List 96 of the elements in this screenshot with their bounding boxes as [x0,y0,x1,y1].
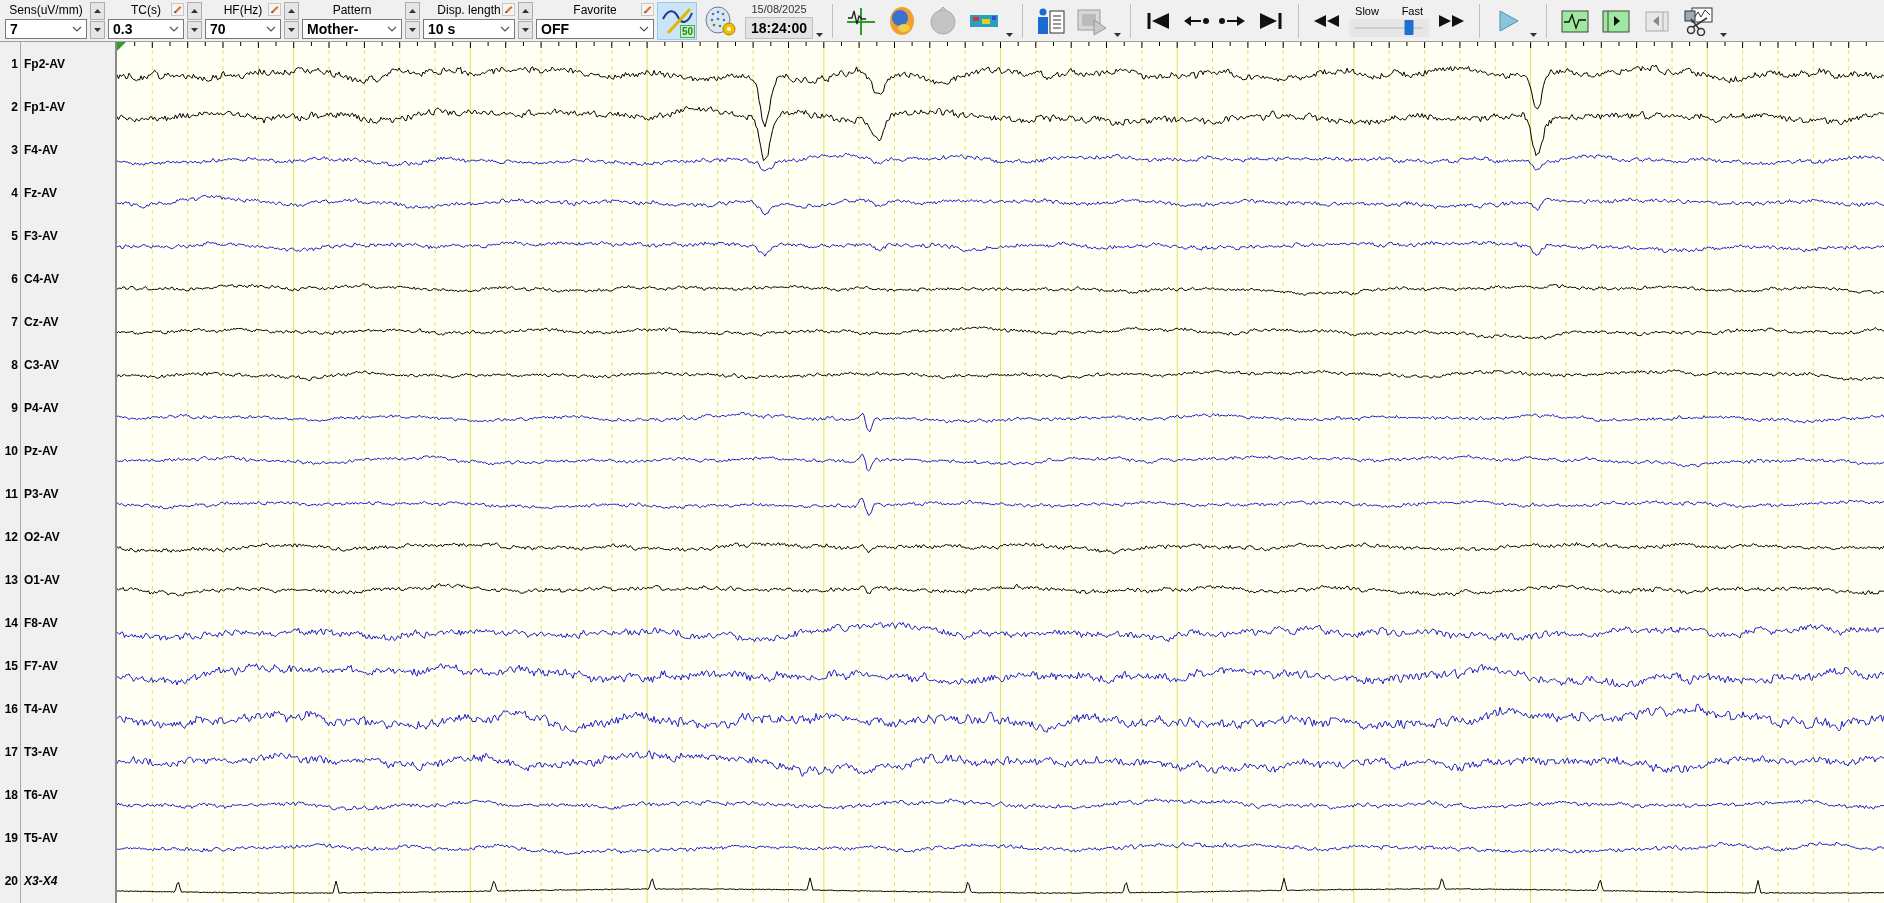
up-arrow-icon [409,8,416,13]
channel-name[interactable]: T5-AV [24,830,58,845]
control-label: Favorite [573,3,617,17]
channel-number: 19 [3,830,18,845]
count-badge: 50 [679,24,695,38]
dropdown[interactable]: 10 s [423,18,515,39]
chevron-icon [72,25,82,32]
channel-number: 7 [10,314,18,329]
channel-number: 17 [3,744,18,759]
caret-icon[interactable] [1006,33,1014,37]
channel-number: 1 [10,56,18,71]
step-forward-icon [1219,15,1246,26]
down-arrow-icon [522,27,529,32]
dropdown[interactable]: 0.3 [108,18,184,39]
date-label: 15/08/2025 [751,2,807,15]
dropdown[interactable]: 7 [5,18,87,39]
down-arrow-icon [94,27,101,32]
caret-icon[interactable] [1114,33,1122,37]
channel-name[interactable]: C4-AV [24,271,60,286]
up-arrow-icon [522,8,529,13]
dropdown[interactable]: Mother- [302,18,402,39]
control-label: Disp. length [437,3,501,17]
caret-icon[interactable] [1530,33,1538,37]
channel-number: 8 [10,357,18,372]
control-label: Sens(uV/mm) [9,3,83,17]
up-button[interactable] [90,1,105,20]
down-arrow-icon [409,27,416,32]
fast-label: Fast [1401,4,1424,17]
channel-number: 11 [4,486,18,501]
overlay-button[interactable]: 50 [657,1,697,40]
dropdown[interactable]: OFF [536,18,654,39]
slow-label: Slow [1355,4,1379,17]
channel-number: 6 [10,271,18,286]
up-arrow-icon [288,8,295,13]
channel-number: 18 [3,787,18,802]
down-button[interactable] [518,20,533,39]
up-button[interactable] [405,1,420,20]
down-button[interactable] [284,20,299,39]
head-gear-icon [703,4,737,37]
dropdown[interactable]: 70 [205,18,281,39]
channel-name[interactable]: Fp2-AV [24,56,66,71]
caret-icon[interactable] [816,33,824,37]
channel-number: 2 [10,99,18,114]
chevron-icon [169,25,179,32]
channel-name[interactable]: X3-X4 [24,873,58,888]
chevron-icon [639,25,649,32]
down-button[interactable] [187,20,202,39]
channel-name[interactable]: F3-AV [24,228,58,243]
caret-icon[interactable] [1720,33,1728,37]
time-field: 18:24:00 [745,16,814,39]
scissors-chart-icon [1682,5,1715,36]
up-button[interactable] [518,1,533,20]
control-label: Pattern [332,3,372,17]
slider-thumb[interactable] [1404,19,1414,35]
speed-slider[interactable] [1349,18,1430,37]
up-arrow-icon [94,8,101,13]
channel-number: 5 [10,228,18,243]
channel-name[interactable]: C3-AV [24,357,60,372]
waveform-icon [845,5,878,36]
chevron-icon [266,25,276,32]
channel-number: 10 [3,443,18,458]
channel-name[interactable]: T6-AV [24,787,58,802]
up-button[interactable] [284,1,299,20]
up-button[interactable] [187,1,202,20]
channel-name[interactable]: Fp1-AV [24,99,66,114]
channel-name[interactable]: T3-AV [24,744,58,759]
channel-number: 9 [10,400,18,415]
control-label: TC(s) [131,3,161,17]
channel-name[interactable]: F7-AV [24,658,58,673]
chevron-icon [387,25,397,32]
channel-number: 14 [3,615,18,630]
step-back-icon [1184,15,1211,26]
channel-name[interactable]: Fz-AV [24,185,58,200]
channel-name[interactable]: T4-AV [24,701,58,716]
channel-name[interactable]: P4-AV [24,400,59,415]
channel-name[interactable]: F8-AV [24,615,58,630]
down-button[interactable] [90,20,105,39]
channel-name[interactable]: Cz-AV [24,314,59,329]
channel-name[interactable]: P3-AV [24,486,59,501]
control-label: HF(Hz) [223,3,263,17]
channel-number: 12 [3,529,18,544]
channel-number: 13 [3,572,18,587]
down-button[interactable] [405,20,420,39]
channel-number: 16 [3,701,18,716]
channel-name[interactable]: F4-AV [24,142,58,157]
channel-number: 4 [10,185,18,200]
channel-name[interactable]: O2-AV [24,529,60,544]
channel-name[interactable]: Pz-AV [24,443,58,458]
up-arrow-icon [191,8,198,13]
chevron-icon [500,25,510,32]
channel-name[interactable]: O1-AV [24,572,60,587]
channel-number: 15 [3,658,18,673]
down-arrow-icon [191,27,198,32]
down-arrow-icon [288,27,295,32]
channel-number: 20 [3,873,18,888]
channel-number: 3 [10,142,18,157]
